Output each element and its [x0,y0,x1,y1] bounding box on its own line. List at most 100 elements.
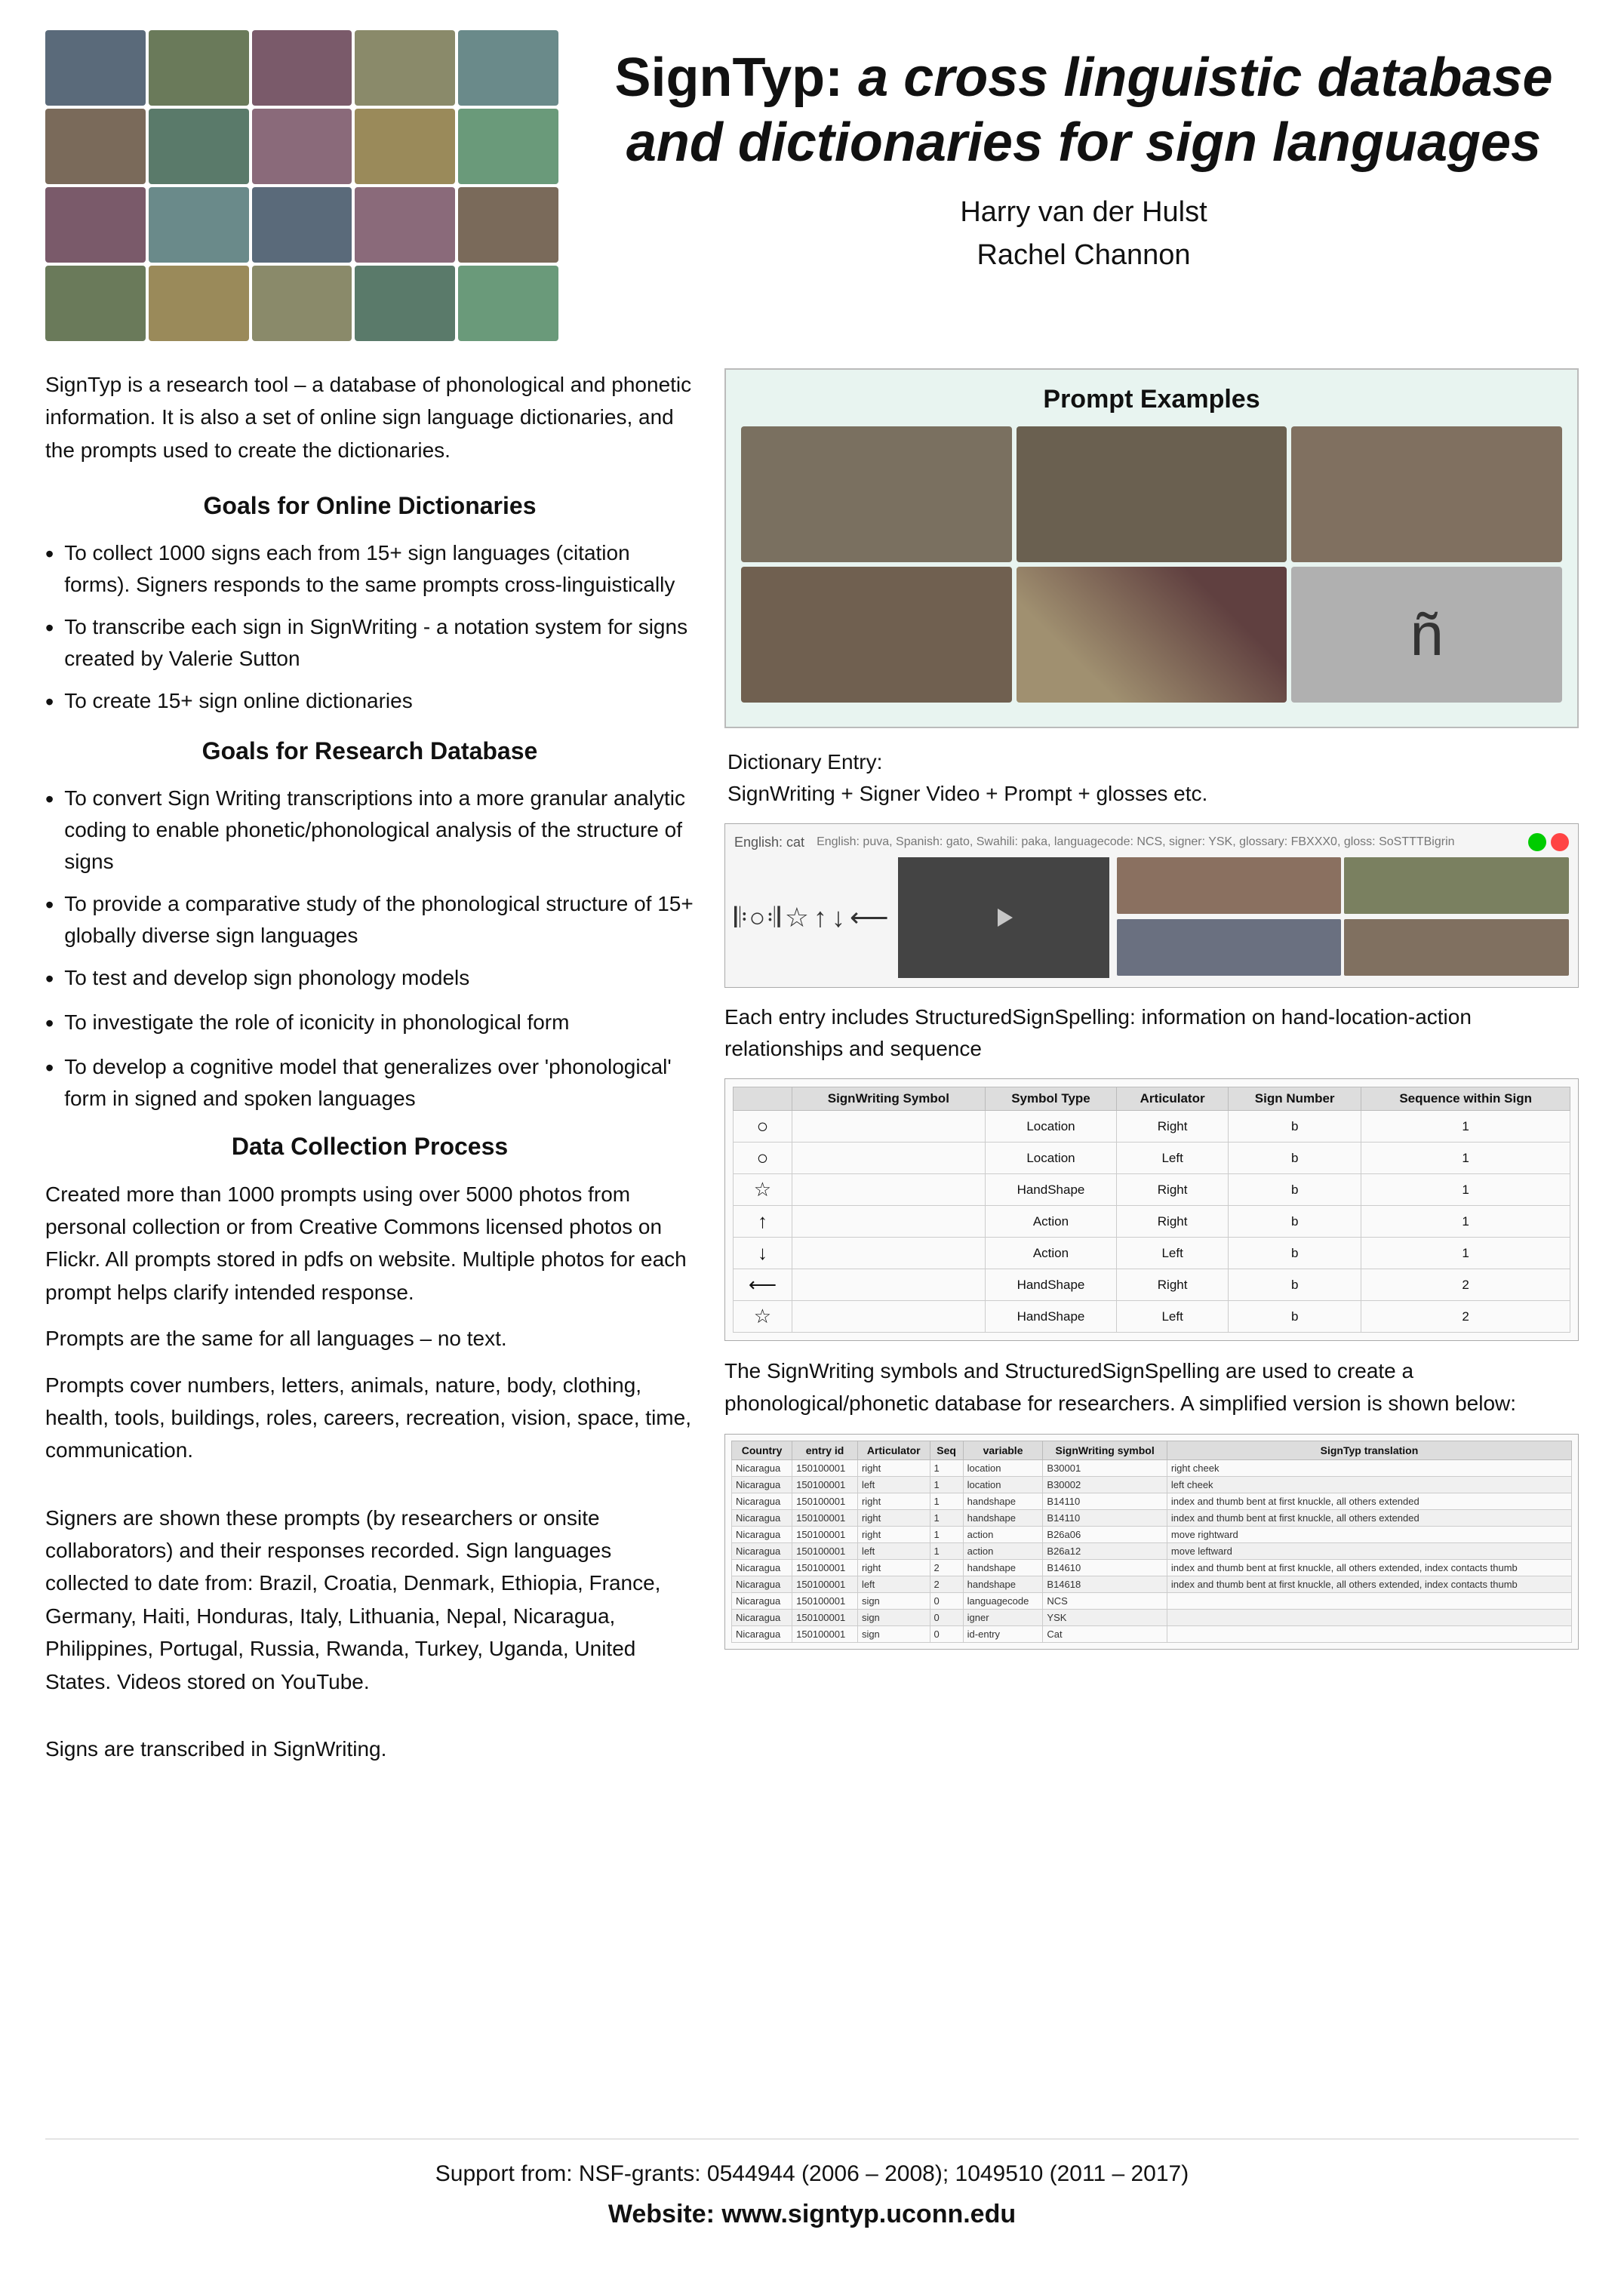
left-column: SignTyp is a research tool – a database … [45,368,694,2101]
header-title: SignTyp: a cross linguistic database and… [589,30,1579,277]
db-row: Nicaragua 150100001 left 1 location B300… [732,1476,1572,1493]
sss-type: HandShape [985,1174,1116,1206]
db-country: Nicaragua [732,1493,792,1509]
db-table: Country entry id Articulator Seq variabl… [731,1441,1572,1643]
db-artic: right [857,1559,930,1576]
list-item: To convert Sign Writing transcriptions i… [45,783,694,878]
sss-sign-num: b [1229,1143,1361,1174]
db-entry: 150100001 [792,1509,858,1526]
face-image [45,266,146,341]
face-image [458,187,558,263]
db-row: Nicaragua 150100001 sign 0 id-entry Cat [732,1625,1572,1642]
db-country: Nicaragua [732,1526,792,1542]
sss-type: HandShape [985,1269,1116,1301]
sss-artic: Left [1117,1238,1229,1269]
sss-seq: 1 [1361,1111,1570,1143]
list-item: To provide a comparative study of the ph… [45,888,694,952]
db-artic: right [857,1509,930,1526]
sss-seq: 2 [1361,1269,1570,1301]
prompt-examples-box: Prompt Examples ñ [724,368,1579,728]
db-trans [1167,1592,1571,1609]
db-seq: 1 [930,1459,963,1476]
sss-artic: Left [1117,1143,1229,1174]
face-image [355,266,455,341]
db-col-seq: Seq [930,1441,963,1459]
header-image-grid [45,30,558,341]
list-item: To investigate the role of iconicity in … [45,1007,694,1041]
db-sw: B14110 [1043,1509,1167,1526]
db-entry: 150100001 [792,1493,858,1509]
db-row: Nicaragua 150100001 sign 0 languagecode … [732,1592,1572,1609]
sss-col-type: Symbol Type [985,1087,1116,1111]
data-para3: Prompts cover numbers, letters, animals,… [45,1369,694,1467]
data-para2: Prompts are the same for all languages –… [45,1322,694,1355]
sss-seq: 1 [1361,1238,1570,1269]
red-icon [1551,833,1569,851]
footer: Support from: NSF-grants: 0544944 (2006 … [45,2139,1579,2237]
goals-research-heading: Goals for Research Database [45,733,694,769]
db-country: Nicaragua [732,1609,792,1625]
db-entry: 150100001 [792,1476,858,1493]
db-trans: index and thumb bent at first knuckle, a… [1167,1559,1571,1576]
db-artic: right [857,1526,930,1542]
db-seq: 2 [930,1559,963,1576]
db-artic: left [857,1576,930,1592]
list-item: To collect 1000 signs each from 15+ sign… [45,537,694,601]
prompt-image: ñ [1291,567,1562,703]
face-image [458,266,558,341]
db-sw: B14618 [1043,1576,1167,1592]
sss-seq: 1 [1361,1174,1570,1206]
prompt-image [1017,567,1287,703]
db-row: Nicaragua 150100001 sign 0 igner YSK [732,1609,1572,1625]
db-var: location [963,1476,1043,1493]
face-image [149,109,249,184]
db-var: handshape [963,1509,1043,1526]
db-seq: 1 [930,1526,963,1542]
db-country: Nicaragua [732,1459,792,1476]
support-text: Support from: NSF-grants: 0544944 (2006 … [45,2154,1579,2193]
sss-artic: Right [1117,1269,1229,1301]
sss-row: ○ Location Left b 1 [734,1143,1570,1174]
db-trans: index and thumb bent at first knuckle, a… [1167,1576,1571,1592]
list-item: To test and develop sign phonology model… [45,962,694,996]
db-var: handshape [963,1493,1043,1509]
sss-seq: 1 [1361,1206,1570,1238]
db-row: Nicaragua 150100001 right 1 handshape B1… [732,1493,1572,1509]
db-seq: 0 [930,1592,963,1609]
list-item: To transcribe each sign in SignWriting -… [45,611,694,675]
entry-info-text: Each entry includes StructuredSignSpelli… [724,1001,1579,1065]
face-image [252,187,352,263]
data-para1: Created more than 1000 prompts using ove… [45,1178,694,1309]
prompt-thumb [1117,857,1342,914]
prompt-image [1291,426,1562,562]
sss-sign-symbol: ○ [734,1111,792,1143]
sss-sign-symbol: ↑ [734,1206,792,1238]
dict-screenshot-header: English: cat English: puva, Spanish: gat… [734,833,1569,851]
db-trans: right cheek [1167,1459,1571,1476]
sss-type: HandShape [985,1301,1116,1333]
db-row: Nicaragua 150100001 right 1 location B30… [732,1459,1572,1476]
intro-text: SignTyp is a research tool – a database … [45,368,694,466]
db-seq: 1 [930,1542,963,1559]
db-sw: NCS [1043,1592,1167,1609]
face-image [458,30,558,106]
db-trans [1167,1609,1571,1625]
goals-research-list: To convert Sign Writing transcriptions i… [45,783,694,1115]
prompt-thumb [1117,919,1342,976]
face-image [355,109,455,184]
signer-video [898,857,1109,978]
db-trans: left cheek [1167,1476,1571,1493]
db-row: Nicaragua 150100001 left 2 handshape B14… [732,1576,1572,1592]
sss-seq: 1 [1361,1143,1570,1174]
db-row: Nicaragua 150100001 right 1 handshape B1… [732,1509,1572,1526]
db-artic: left [857,1476,930,1493]
db-var: languagecode [963,1592,1043,1609]
db-row: Nicaragua 150100001 right 2 handshape B1… [732,1559,1572,1576]
db-sw: B14110 [1043,1493,1167,1509]
sss-col-artic: Articulator [1117,1087,1229,1111]
db-artic: right [857,1493,930,1509]
main-content: SignTyp is a research tool – a database … [45,368,1579,2101]
db-col-country: Country [732,1441,792,1459]
page: SignTyp: a cross linguistic database and… [0,0,1624,2282]
sss-type: Action [985,1206,1116,1238]
